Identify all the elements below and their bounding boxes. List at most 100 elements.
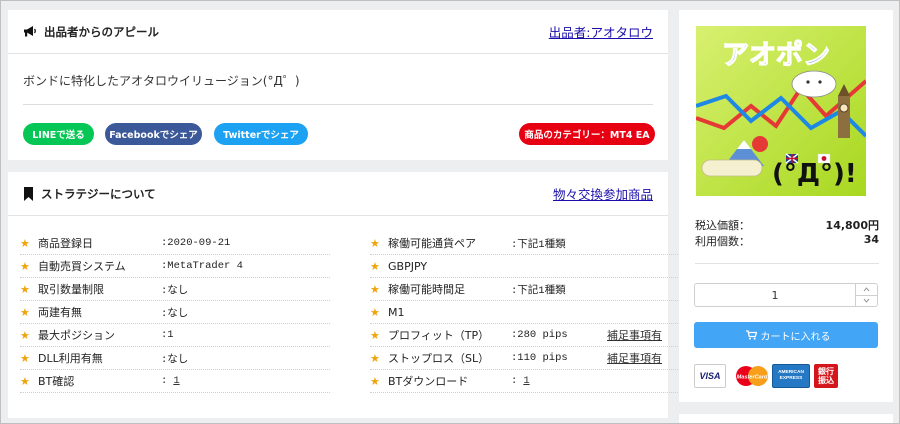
row-value-link[interactable]: 1	[173, 375, 179, 387]
star-icon: ★	[370, 351, 380, 365]
strategy-row: ★ 自動売買システム :MetaTrader 4	[20, 255, 330, 278]
star-icon: ★	[370, 305, 380, 319]
amex-text-line2: EXPRESS	[779, 376, 803, 381]
appeal-divider	[23, 104, 653, 105]
mastercard-logo: MasterCard	[736, 366, 768, 386]
row-value: :なし	[161, 284, 189, 297]
strategy-row: ★ プロフィット（TP） :280 pips 補足事項有	[370, 324, 680, 347]
quantity-stepper	[694, 283, 878, 307]
star-icon: ★	[370, 236, 380, 250]
row-label: BT確認	[38, 375, 75, 388]
strategy-row: ★ ストップロス（SL） :110 pips 補足事項有	[370, 347, 680, 370]
row-label: BTダウンロード	[388, 375, 469, 388]
row-value: :なし	[161, 353, 189, 366]
row-label: M1	[388, 305, 405, 319]
row-value: :下記1種類	[511, 284, 566, 297]
star-icon: ★	[20, 305, 30, 319]
usage-label: 利用個数：	[695, 235, 750, 248]
line-share-button[interactable]: LINEで送る	[23, 123, 94, 145]
strategy-row: ★ M1	[370, 301, 680, 324]
star-icon: ★	[20, 351, 30, 365]
add-to-cart-button[interactable]: カートに入れる	[694, 322, 878, 348]
price-label: 税込価額：	[695, 219, 750, 232]
star-icon: ★	[370, 374, 380, 388]
strategy-title: ストラテジーについて	[41, 186, 156, 201]
seller-appeal-card: 出品者からのアピール 出品者:アオタロウ ボンドに特化したアオタロウイリュージョ…	[8, 10, 668, 160]
star-icon: ★	[370, 259, 380, 273]
row-label: 稼働可能通貨ペア	[388, 237, 476, 250]
appeal-header: 出品者からのアピール 出品者:アオタロウ	[8, 10, 668, 54]
row-label: プロフィット（TP）	[388, 329, 490, 342]
star-icon: ★	[20, 374, 30, 388]
strategy-header: ストラテジーについて 物々交換参加商品	[8, 172, 668, 216]
row-value: :2020-09-21	[161, 237, 231, 249]
usage-row: 利用個数： 34	[695, 233, 879, 249]
strategy-row: ★ BT確認:1	[20, 370, 330, 393]
appeal-title: 出品者からのアピール	[44, 24, 159, 39]
supplement-link[interactable]: 補足事項有	[607, 350, 662, 366]
quantity-step-buttons	[855, 284, 877, 306]
row-value: :なし	[161, 307, 189, 320]
strategy-row: ★ 稼働可能通貨ペア :下記1種類	[370, 232, 680, 255]
row-label: DLL利用有無	[38, 352, 103, 365]
visa-logo: VISA	[694, 364, 726, 388]
appeal-text: ボンドに特化したアオタロウイリュージョン(°Д゜)	[23, 74, 300, 88]
star-icon: ★	[20, 328, 30, 342]
row-label: 取引数量制限	[38, 283, 104, 296]
row-label: 自動売買システム	[38, 260, 126, 273]
strategy-row: ★ 稼働可能時間足 :下記1種類	[370, 278, 680, 301]
facebook-share-button[interactable]: Facebookでシェア	[105, 123, 202, 145]
row-label: 両建有無	[38, 306, 82, 319]
row-label: 稼働可能時間足	[388, 283, 465, 296]
price-row: 税込価額： 14,800円	[695, 217, 879, 233]
bank-text-line1: 銀行	[818, 367, 834, 376]
row-value: :	[511, 375, 518, 387]
bank-transfer-logo: 銀行 振込	[814, 364, 838, 388]
quantity-input[interactable]	[695, 284, 855, 306]
row-label: 最大ポジション	[38, 329, 115, 342]
star-icon: ★	[20, 259, 30, 273]
bookmark-icon	[23, 186, 34, 201]
megaphone-icon	[23, 25, 37, 38]
strategy-row: ★ 商品登録日 :2020-09-21	[20, 232, 330, 255]
supplement-link[interactable]: 補足事項有	[607, 327, 662, 343]
row-value: :下記1種類	[511, 238, 566, 251]
mastercard-text: MasterCard	[737, 375, 768, 381]
amex-logo: AMERICAN EXPRESS	[772, 364, 810, 388]
row-value: :1	[161, 329, 174, 341]
barter-link[interactable]: 物々交換参加商品	[553, 184, 653, 203]
seller-link[interactable]: 出品者:アオタロウ	[549, 22, 653, 41]
visa-text: VISA	[699, 371, 721, 381]
strategy-row: ★ 両建有無 :なし	[20, 301, 330, 324]
chevron-up-icon	[863, 286, 870, 292]
strategy-row: ★ GBPJPY	[370, 255, 680, 278]
quantity-up-button[interactable]	[856, 284, 877, 295]
image-face-text: (°Д°)!	[772, 159, 857, 189]
row-label: 商品登録日	[38, 237, 93, 250]
chevron-down-icon	[863, 298, 870, 304]
side-divider	[695, 263, 879, 264]
star-icon: ★	[370, 282, 380, 296]
row-label: GBPJPY	[388, 259, 428, 273]
strategy-card: ストラテジーについて 物々交換参加商品 ★ 商品登録日 :2020-09-21 ★ 自動…	[8, 172, 680, 418]
row-value: :110 pips	[511, 352, 568, 364]
row-value-link[interactable]: 1	[523, 375, 529, 387]
star-icon: ★	[370, 328, 380, 342]
row-value: :280 pips	[511, 329, 568, 341]
star-icon: ★	[20, 282, 30, 296]
row-value: :MetaTrader 4	[161, 260, 243, 272]
strategy-row: ★ 取引数量制限 :なし	[20, 278, 330, 301]
category-button[interactable]: 商品のカテゴリー：MT4 EA	[519, 123, 655, 145]
strategy-row: ★ BTダウンロード:1	[370, 370, 680, 393]
product-image: アオポン (°Д°)!	[696, 26, 866, 196]
star-icon: ★	[20, 236, 30, 250]
purchase-card: アオポン (°Д°)! 税込価額： 14,800円 利用個数： 34 1 カート…	[679, 10, 893, 402]
row-label: ストップロス（SL）	[388, 352, 490, 365]
strategy-left-column: ★ 商品登録日:2020-09-21 ★ 自動売買システム:MetaTrader 4 ★…	[20, 232, 330, 393]
image-title-text: アオポン	[722, 40, 830, 71]
price-value: 14,800円	[825, 219, 879, 232]
twitter-share-button[interactable]: Twitterでシェア	[214, 123, 308, 145]
strategy-row: ★ DLL利用有無 :なし	[20, 347, 330, 370]
strategy-right-column: ★ 稼働可能通貨ペア:下記1種類 ★ GBPJPY ★ 稼働可能時間足:下記1種類 ★ M1 ★…	[370, 232, 680, 393]
quantity-down-button[interactable]	[856, 294, 877, 307]
